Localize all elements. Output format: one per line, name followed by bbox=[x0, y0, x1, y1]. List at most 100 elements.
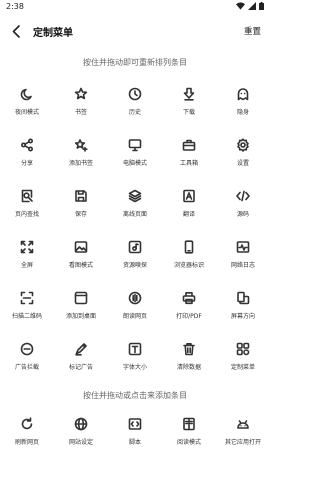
back-button[interactable] bbox=[8, 22, 24, 40]
menu-item-reader-mode[interactable]: 阅读模式 bbox=[162, 414, 216, 465]
menu-item-clock[interactable]: 历史 bbox=[108, 84, 162, 135]
menu-item-label: 分享 bbox=[20, 160, 33, 167]
menu-item-android[interactable]: 其它应用打开 bbox=[216, 414, 270, 465]
star-icon bbox=[74, 87, 88, 101]
grid-row: 夜间模式 书签 历史 下载 隐身 bbox=[0, 84, 270, 135]
menu-item-label: 脚本 bbox=[128, 439, 141, 446]
menu-item-label: 字体大小 bbox=[122, 364, 147, 371]
menu-item-printer[interactable]: 打印/PDF bbox=[162, 288, 216, 339]
menu-item-label: 定制菜单 bbox=[230, 364, 255, 371]
menu-item-label: 清除数据 bbox=[176, 364, 201, 371]
menu-item-label: 其它应用打开 bbox=[224, 439, 261, 446]
menu-item-label: 网络日志 bbox=[230, 262, 255, 269]
moon-icon bbox=[20, 87, 34, 101]
menu-item-label: 隐身 bbox=[236, 109, 249, 116]
grid-row: 刷新网页 网站设定 脚本 阅读模式 其它应用打开 bbox=[0, 414, 270, 465]
menu-item-label: 朗读网页 bbox=[122, 313, 147, 320]
menu-item-label: 阅读模式 bbox=[176, 439, 201, 446]
reset-button[interactable]: 重置 bbox=[244, 25, 261, 37]
current-menu-grid: 夜间模式 书签 历史 下载 隐身分享 添加书签 电脑模式 工具箱 设置页内查找 保存 离线页面 翻译 源… bbox=[0, 84, 270, 390]
menu-item-label: 电脑模式 bbox=[122, 160, 147, 167]
menu-item-read-aloud[interactable]: 朗读网页 bbox=[108, 288, 162, 339]
menu-item-label: 书签 bbox=[74, 109, 87, 116]
menu-item-mark-ad[interactable]: 标记广告 bbox=[54, 339, 108, 390]
menu-item-star-plus[interactable]: 添加书签 bbox=[54, 135, 108, 186]
menu-item-label: 广告拦截 bbox=[14, 364, 39, 371]
menu-item-label: 屏幕方向 bbox=[230, 313, 255, 320]
menu-item-rotate-screen[interactable]: 屏幕方向 bbox=[216, 288, 270, 339]
android-icon bbox=[236, 417, 250, 431]
menu-item-block[interactable]: 广告拦截 bbox=[0, 339, 54, 390]
monitor-icon bbox=[128, 138, 142, 152]
menu-item-label: 保存 bbox=[74, 211, 87, 218]
menu-item-star[interactable]: 书签 bbox=[54, 84, 108, 135]
menu-item-label: 刷新网页 bbox=[14, 439, 39, 446]
grid-row: 扫描二维码 添加到桌面 朗读网页 打印/PDF 屏幕方向 bbox=[0, 288, 270, 339]
menu-item-script[interactable]: 脚本 bbox=[108, 414, 162, 465]
menu-item-label: 源码 bbox=[236, 211, 249, 218]
current-items-hint: 按住并拖动即可重新排列条目 bbox=[83, 58, 187, 67]
menu-item-share[interactable]: 分享 bbox=[0, 135, 54, 186]
fullscreen-icon bbox=[20, 240, 34, 254]
read-aloud-icon bbox=[128, 291, 142, 305]
menu-item-gear[interactable]: 设置 bbox=[216, 135, 270, 186]
menu-item-customize-menu[interactable]: 定制菜单 bbox=[216, 339, 270, 390]
menu-item-network-log[interactable]: 网络日志 bbox=[216, 237, 270, 288]
menu-item-label: 标记广告 bbox=[68, 364, 93, 371]
menu-item-translate[interactable]: 翻译 bbox=[162, 186, 216, 237]
add-to-desktop-icon bbox=[74, 291, 88, 305]
menu-item-download[interactable]: 下载 bbox=[162, 84, 216, 135]
menu-item-toolbox[interactable]: 工具箱 bbox=[162, 135, 216, 186]
menu-item-moon[interactable]: 夜间模式 bbox=[0, 84, 54, 135]
share-icon bbox=[20, 138, 34, 152]
menu-item-trash[interactable]: 清除数据 bbox=[162, 339, 216, 390]
menu-item-save[interactable]: 保存 bbox=[54, 186, 108, 237]
translate-icon bbox=[182, 189, 196, 203]
globe-icon bbox=[74, 417, 88, 431]
clock-icon bbox=[128, 87, 142, 101]
media-icon bbox=[128, 240, 142, 254]
menu-item-label: 历史 bbox=[128, 109, 141, 116]
gear-icon bbox=[236, 138, 250, 152]
ghost-icon bbox=[236, 87, 250, 101]
menu-item-phone[interactable]: 浏览器标识 bbox=[162, 237, 216, 288]
menu-item-label: 资源嗅探 bbox=[122, 262, 147, 269]
menu-item-label: 添加到桌面 bbox=[65, 313, 96, 320]
phone-icon bbox=[182, 240, 196, 254]
page-title: 定制菜单 bbox=[33, 28, 73, 39]
status-time: 2:38 bbox=[6, 2, 24, 11]
menu-item-scan[interactable]: 扫描二维码 bbox=[0, 288, 54, 339]
menu-item-monitor[interactable]: 电脑模式 bbox=[108, 135, 162, 186]
menu-item-add-to-desktop[interactable]: 添加到桌面 bbox=[54, 288, 108, 339]
scan-icon bbox=[20, 291, 34, 305]
status-icons bbox=[236, 2, 264, 10]
code-icon bbox=[236, 189, 250, 203]
menu-item-code[interactable]: 源码 bbox=[216, 186, 270, 237]
rotate-screen-icon bbox=[236, 291, 250, 305]
menu-item-fullscreen[interactable]: 全屏 bbox=[0, 237, 54, 288]
menu-item-find-in-page[interactable]: 页内查找 bbox=[0, 186, 54, 237]
menu-item-label: 离线页面 bbox=[122, 211, 147, 218]
script-icon bbox=[128, 417, 142, 431]
grid-row: 广告拦截 标记广告 字体大小 清除数据 定制菜单 bbox=[0, 339, 270, 390]
menu-item-layers[interactable]: 离线页面 bbox=[108, 186, 162, 237]
menu-item-label: 翻译 bbox=[182, 211, 195, 218]
toolbox-icon bbox=[182, 138, 196, 152]
menu-item-refresh[interactable]: 刷新网页 bbox=[0, 414, 54, 465]
menu-item-image[interactable]: 看图模式 bbox=[54, 237, 108, 288]
reader-mode-icon bbox=[182, 417, 196, 431]
menu-item-label: 全屏 bbox=[20, 262, 33, 269]
menu-item-label: 浏览器标识 bbox=[173, 262, 204, 269]
network-log-icon bbox=[236, 240, 250, 254]
menu-item-media[interactable]: 资源嗅探 bbox=[108, 237, 162, 288]
grid-row: 分享 添加书签 电脑模式 工具箱 设置 bbox=[0, 135, 270, 186]
find-in-page-icon bbox=[20, 189, 34, 203]
available-items-hint: 按住并拖动或点击来添加条目 bbox=[83, 391, 187, 400]
menu-item-ghost[interactable]: 隐身 bbox=[216, 84, 270, 135]
menu-item-font-size[interactable]: 字体大小 bbox=[108, 339, 162, 390]
star-plus-icon bbox=[74, 138, 88, 152]
menu-item-globe[interactable]: 网站设定 bbox=[54, 414, 108, 465]
battery-icon bbox=[259, 2, 264, 10]
app-bar: 定制菜单 重置 bbox=[0, 20, 270, 42]
available-items-grid: 刷新网页 网站设定 脚本 阅读模式 其它应用打开 bbox=[0, 414, 270, 465]
